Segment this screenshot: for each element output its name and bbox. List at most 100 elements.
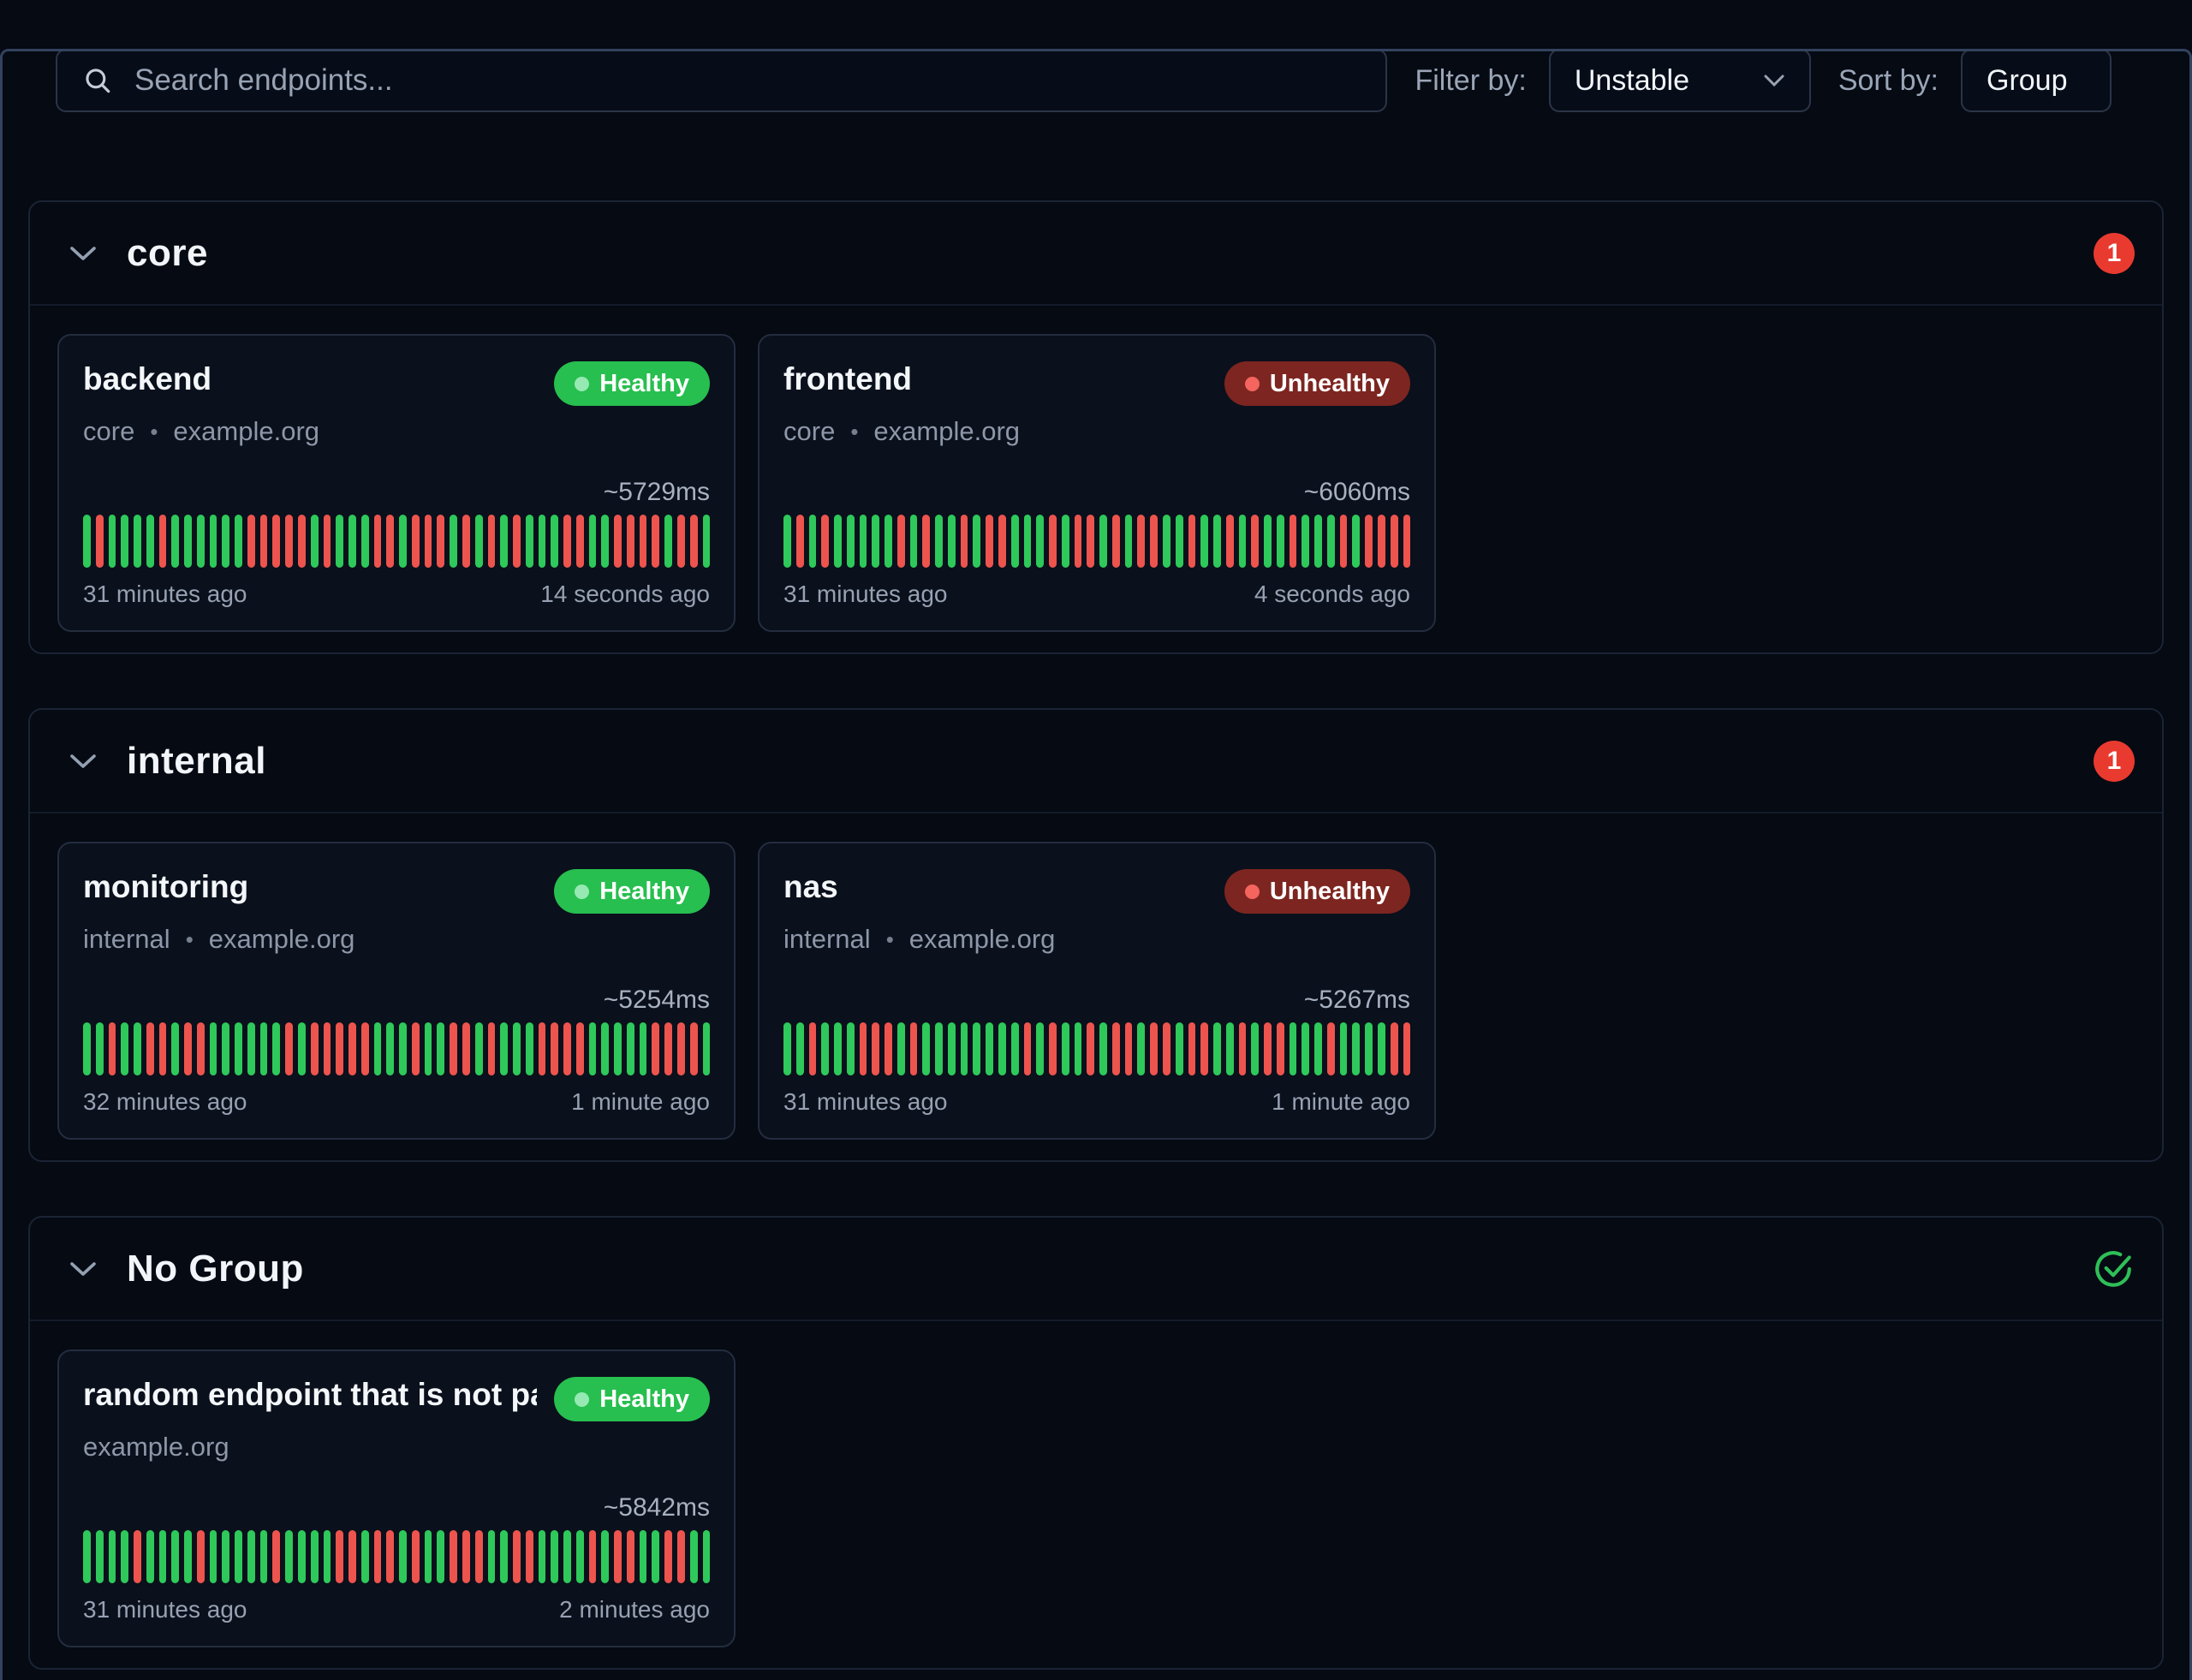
history-bar bbox=[834, 515, 842, 568]
history-bar bbox=[109, 1530, 116, 1583]
history-bar bbox=[311, 1530, 319, 1583]
history-bar bbox=[1087, 515, 1094, 568]
sort-by-select[interactable]: Group bbox=[1961, 49, 2112, 112]
status-badge: Unhealthy bbox=[1224, 361, 1410, 406]
history-bar bbox=[897, 1022, 905, 1075]
history-bar bbox=[298, 1530, 306, 1583]
history-bar bbox=[475, 1530, 483, 1583]
history-bar bbox=[652, 1530, 659, 1583]
chevron-down-icon bbox=[68, 753, 98, 770]
history-bar bbox=[348, 1530, 356, 1583]
history-bar bbox=[821, 1022, 829, 1075]
endpoint-host: example.org bbox=[83, 1432, 229, 1463]
endpoint-group: internal bbox=[783, 924, 871, 955]
history-bar bbox=[488, 1022, 496, 1075]
group-grid: backend Healthy core • example.org ~5729… bbox=[30, 306, 2162, 652]
history-bar bbox=[222, 1530, 229, 1583]
history-bar bbox=[348, 515, 356, 568]
endpoint-card[interactable]: backend Healthy core • example.org ~5729… bbox=[57, 334, 736, 632]
group-section: No Group random endpoint that is not par… bbox=[28, 1216, 2164, 1670]
history-bar bbox=[539, 1022, 546, 1075]
card-header: monitoring Healthy bbox=[83, 869, 710, 914]
history-bar bbox=[664, 515, 672, 568]
filter-control: Filter by: Unstable bbox=[1415, 49, 1810, 112]
chevron-down-icon bbox=[68, 1260, 98, 1278]
group-header[interactable]: internal 1 bbox=[30, 710, 2162, 813]
search-input[interactable] bbox=[134, 63, 1360, 98]
history-bar bbox=[601, 1530, 609, 1583]
history-bar bbox=[500, 515, 508, 568]
history-bar bbox=[973, 515, 980, 568]
history-bar bbox=[690, 1530, 698, 1583]
history-bar bbox=[652, 515, 659, 568]
history-bar bbox=[513, 1530, 521, 1583]
history-bar bbox=[1075, 1022, 1082, 1075]
history-bar bbox=[437, 515, 444, 568]
history-bar bbox=[513, 515, 521, 568]
history-bar bbox=[425, 515, 432, 568]
history-bar bbox=[948, 1022, 956, 1075]
subtitle-separator: • bbox=[150, 419, 158, 445]
filter-by-select[interactable]: Unstable bbox=[1549, 49, 1811, 112]
status-dot-icon bbox=[575, 885, 589, 899]
history-bar bbox=[1365, 515, 1373, 568]
endpoint-card[interactable]: frontend Unhealthy core • example.org ~6… bbox=[758, 334, 1436, 632]
history-bar bbox=[652, 1022, 659, 1075]
oldest-timestamp: 31 minutes ago bbox=[783, 1088, 947, 1116]
history-bar bbox=[897, 515, 905, 568]
history-bar bbox=[910, 515, 918, 568]
status-dot-icon bbox=[575, 377, 589, 391]
history-bar bbox=[462, 1530, 470, 1583]
history-bar bbox=[589, 515, 597, 568]
endpoint-card[interactable]: random endpoint that is not part... Heal… bbox=[57, 1349, 736, 1647]
history-bar bbox=[399, 1530, 407, 1583]
history-bar bbox=[272, 1530, 280, 1583]
history-bar bbox=[690, 515, 698, 568]
history-bar bbox=[589, 1530, 597, 1583]
response-time: ~5729ms bbox=[83, 478, 710, 507]
status-label: Healthy bbox=[599, 370, 689, 398]
history-bar bbox=[601, 515, 609, 568]
history-bar bbox=[475, 1022, 483, 1075]
group-header[interactable]: core 1 bbox=[30, 202, 2162, 306]
history-bar bbox=[412, 1530, 420, 1583]
endpoint-subtitle: core • example.org bbox=[783, 416, 1410, 447]
history-bar bbox=[922, 515, 930, 568]
history-bar bbox=[197, 1022, 205, 1075]
status-label: Unhealthy bbox=[1270, 878, 1390, 906]
newest-timestamp: 2 minutes ago bbox=[559, 1596, 710, 1623]
history-bar bbox=[576, 1530, 584, 1583]
history-bar bbox=[475, 515, 483, 568]
history-bar bbox=[703, 515, 711, 568]
search-box[interactable] bbox=[56, 49, 1387, 112]
status-badge: Healthy bbox=[554, 869, 710, 914]
history-bar bbox=[298, 515, 306, 568]
history-bar bbox=[1200, 515, 1208, 568]
history-bar bbox=[210, 1530, 217, 1583]
history-bar bbox=[1176, 1022, 1183, 1075]
history-bar bbox=[1277, 1022, 1284, 1075]
history-bar bbox=[96, 1530, 104, 1583]
history-bar bbox=[1049, 515, 1057, 568]
chevron-down-icon bbox=[68, 245, 98, 262]
history-bar bbox=[872, 1022, 879, 1075]
history-bar bbox=[462, 1022, 470, 1075]
endpoint-host: example.org bbox=[173, 416, 319, 447]
history-bar bbox=[1340, 515, 1348, 568]
history-bar bbox=[450, 1022, 457, 1075]
history-bar bbox=[690, 1022, 698, 1075]
endpoint-card[interactable]: nas Unhealthy internal • example.org ~52… bbox=[758, 842, 1436, 1140]
uptime-history-bars bbox=[83, 1530, 710, 1583]
history-bar bbox=[184, 515, 192, 568]
history-bar bbox=[159, 1022, 167, 1075]
history-bar bbox=[437, 1530, 444, 1583]
history-bar bbox=[1391, 515, 1398, 568]
endpoint-group: core bbox=[783, 416, 835, 447]
history-bar bbox=[627, 1022, 634, 1075]
all-healthy-check-icon bbox=[2092, 1248, 2135, 1290]
history-bar bbox=[412, 1022, 420, 1075]
group-header[interactable]: No Group bbox=[30, 1218, 2162, 1321]
history-bar bbox=[235, 515, 242, 568]
newest-timestamp: 1 minute ago bbox=[571, 1088, 710, 1116]
endpoint-card[interactable]: monitoring Healthy internal • example.or… bbox=[57, 842, 736, 1140]
